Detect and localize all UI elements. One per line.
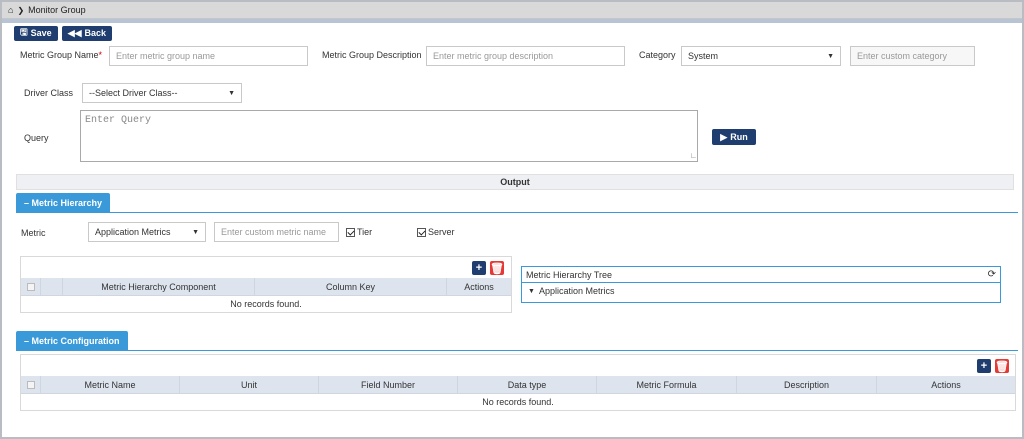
group-description-label: Metric Group Description (322, 50, 422, 60)
server-checkbox[interactable]: Server (417, 227, 455, 238)
col-header[interactable]: Unit (180, 376, 319, 393)
select-all-checkbox[interactable] (26, 282, 35, 291)
tab-label: Metric Configuration (31, 335, 120, 346)
save-icon: 🖫 (20, 27, 28, 37)
tab-label: Metric Hierarchy (31, 197, 103, 208)
expand-col (41, 278, 63, 295)
col-header[interactable]: Field Number (319, 376, 458, 393)
hierarchy-tree: Metric Hierarchy Tree ⟳ ▼ Application Me… (521, 266, 1001, 303)
collapse-icon: – (24, 335, 30, 346)
col-header[interactable]: Data type (458, 376, 597, 393)
category-value: System (688, 51, 719, 61)
tree-header: Metric Hierarchy Tree ⟳ (522, 267, 1000, 283)
tree-node-label: Application Metrics (538, 286, 615, 296)
metric-label: Metric (21, 228, 46, 238)
toolbar: 🖫 Save ◀◀ Back (2, 23, 1022, 43)
tier-checkbox[interactable]: Tier (346, 227, 373, 238)
driver-class-select[interactable]: --Select Driver Class-- ▼ (82, 83, 242, 103)
back-icon: ◀◀ (67, 27, 82, 38)
app-frame: ⌂ ❯ Monitor Group 🖫 Save ◀◀ Back Metric … (0, 0, 1024, 439)
category-select[interactable]: System ▼ (681, 46, 841, 66)
group-name-input[interactable]: Enter metric group name (109, 46, 308, 66)
caret-down-icon: ▼ (827, 52, 834, 60)
caret-down-icon[interactable]: ▼ (528, 288, 535, 295)
col-header[interactable]: Column Key (255, 278, 447, 295)
home-icon[interactable]: ⌂ (8, 5, 13, 15)
hierarchy-grid-header: Metric Hierarchy Component Column Key Ac… (21, 278, 511, 296)
group-name-label: Metric Group Name* (20, 50, 103, 60)
delete-icon[interactable]: 🗑 (490, 261, 504, 275)
breadcrumb: ⌂ ❯ Monitor Group (2, 2, 1022, 19)
metric-value: Application Metrics (95, 227, 171, 237)
tab-metric-hierarchy[interactable]: – Metric Hierarchy (16, 193, 111, 212)
save-label: Save (30, 28, 52, 38)
col-header[interactable]: Metric Formula (597, 376, 737, 393)
add-icon[interactable]: + (472, 261, 486, 275)
collapse-icon: – (24, 197, 30, 208)
tab-metric-configuration[interactable]: – Metric Configuration (16, 331, 128, 350)
checkbox-checked-icon[interactable] (417, 228, 426, 238)
run-label: Run (730, 132, 748, 142)
save-button[interactable]: 🖫 Save (14, 25, 58, 41)
metric-select[interactable]: Application Metrics ▼ (88, 222, 206, 242)
add-icon[interactable]: + (977, 359, 991, 373)
col-header: Actions (464, 281, 494, 292)
chevron-right-icon: ❯ (17, 5, 25, 15)
section-divider (16, 350, 1018, 351)
caret-down-icon: ▼ (192, 228, 199, 236)
col-header[interactable]: Metric Hierarchy Component (63, 278, 255, 295)
col-header[interactable]: Metric Name (41, 376, 180, 393)
resize-grip-icon[interactable]: ∟ (691, 152, 696, 161)
back-label: Back (84, 28, 107, 38)
query-textarea[interactable]: Enter Query ∟ (80, 110, 698, 162)
breadcrumb-page: Monitor Group (28, 5, 86, 15)
select-all-checkbox[interactable] (26, 380, 35, 389)
server-label: Server (428, 227, 455, 237)
run-button[interactable]: ▶ Run (712, 129, 756, 145)
caret-down-icon: ▼ (228, 89, 235, 97)
output-header: Output (16, 174, 1014, 190)
refresh-icon[interactable]: ⟳ (988, 269, 996, 280)
query-label: Query (24, 133, 49, 143)
empty-message: No records found. (482, 397, 554, 407)
configuration-grid-header: Metric Name Unit Field Number Data type … (21, 376, 1015, 394)
select-all-cell[interactable] (21, 376, 41, 393)
query-placeholder: Enter Query (85, 115, 152, 126)
configuration-grid: + 🗑 Metric Name Unit Field Number Data t… (20, 354, 1016, 411)
delete-icon[interactable]: 🗑 (995, 359, 1009, 373)
driver-class-value: --Select Driver Class-- (89, 88, 178, 98)
checkbox-checked-icon[interactable] (346, 228, 355, 238)
play-icon: ▶ (720, 131, 728, 142)
tree-title: Metric Hierarchy Tree (526, 269, 613, 280)
hierarchy-grid: + 🗑 Metric Hierarchy Component Column Ke… (20, 256, 512, 313)
category-label: Category (639, 50, 676, 60)
tier-label: Tier (357, 227, 373, 237)
driver-class-label: Driver Class (24, 88, 74, 98)
col-header[interactable]: Description (737, 376, 877, 393)
select-all-cell[interactable] (21, 278, 41, 295)
group-description-input[interactable]: Enter metric group description (426, 46, 625, 66)
custom-metric-input[interactable]: Enter custom metric name (214, 222, 339, 242)
back-button[interactable]: ◀◀ Back (61, 25, 113, 41)
custom-category-input[interactable]: Enter custom category (850, 46, 975, 66)
tree-node[interactable]: ▼ Application Metrics (522, 283, 1000, 299)
empty-message: No records found. (230, 299, 302, 309)
col-header: Actions (931, 379, 961, 390)
section-divider (16, 212, 1018, 213)
